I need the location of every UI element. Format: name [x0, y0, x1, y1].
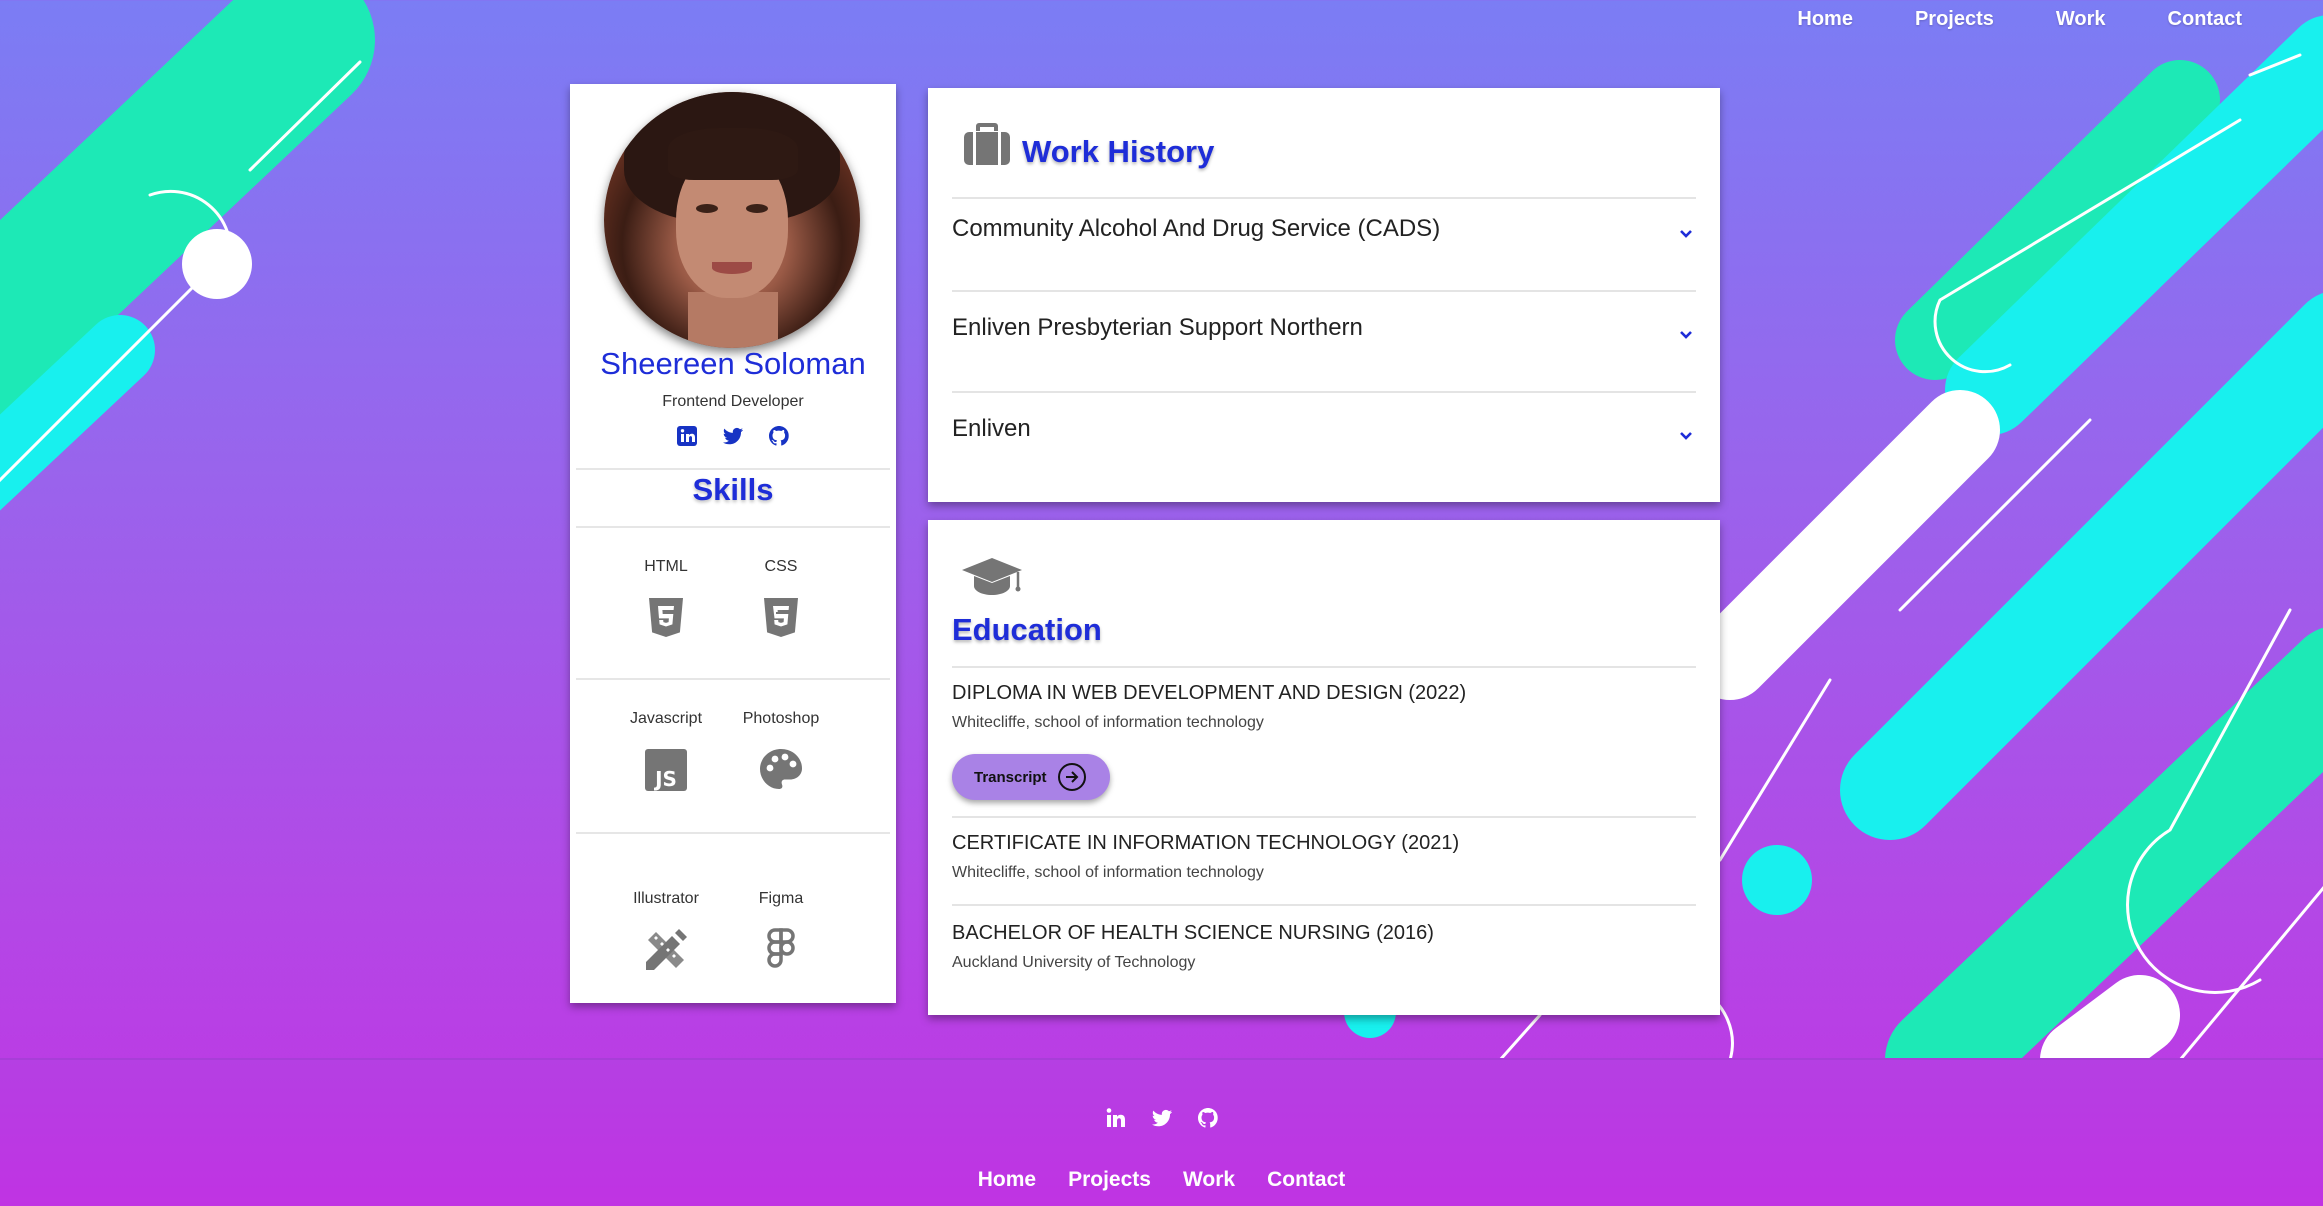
skill-illustrator: Illustrator: [601, 890, 731, 974]
footer-social-links: [0, 1106, 2323, 1130]
twitter-icon[interactable]: [1150, 1106, 1174, 1130]
skills-row-divider: [576, 832, 890, 834]
skill-css: CSS: [716, 558, 846, 642]
skill-label: Photoshop: [742, 710, 820, 727]
nav-home-link[interactable]: Home: [1766, 0, 1884, 40]
profile-card: Sheereen Soloman Frontend Developer Skil…: [570, 84, 896, 1003]
footer: Home Projects Work Contact: [0, 1058, 2323, 1206]
profile-social-links: [570, 424, 896, 448]
nav-projects-link[interactable]: Projects: [1884, 0, 2025, 40]
skill-label: Illustrator: [633, 890, 699, 907]
linkedin-icon[interactable]: [675, 424, 699, 448]
figma-icon: [767, 928, 795, 968]
skill-figma: Figma: [716, 890, 846, 974]
nav-work-link[interactable]: Work: [2025, 0, 2137, 40]
footer-home-link[interactable]: Home: [978, 1168, 1036, 1192]
transcript-button[interactable]: Transcript: [952, 754, 1110, 800]
nav-contact-link[interactable]: Contact: [2137, 0, 2273, 40]
transcript-label: Transcript: [974, 768, 1047, 786]
work-item-title: Enliven Presbyterian Support Northern: [952, 314, 1363, 341]
education-school: Whitecliffe, school of information techn…: [952, 714, 1264, 731]
education-school: Auckland University of Technology: [952, 954, 1196, 971]
skill-label: CSS: [764, 558, 798, 575]
footer-work-link[interactable]: Work: [1183, 1168, 1235, 1192]
skills-title: Skills: [692, 472, 774, 507]
skill-html: HTML: [601, 558, 731, 642]
skill-label: Javascript: [629, 710, 703, 727]
work-item[interactable]: Enliven: [952, 391, 1696, 493]
palette-icon: [760, 749, 802, 789]
profile-name: Sheereen Soloman: [600, 346, 866, 381]
work-history-title: Work History: [1022, 134, 1215, 169]
github-icon[interactable]: [1196, 1106, 1220, 1130]
arrow-right-icon: [1057, 763, 1086, 791]
skills-divider: [576, 526, 890, 528]
education-degree: CERTIFICATE IN INFORMATION TECHNOLOGY (2…: [952, 832, 1460, 854]
graduation-cap-icon: [962, 558, 1022, 595]
education-item: CERTIFICATE IN INFORMATION TECHNOLOGY (2…: [952, 816, 1696, 906]
avatar: [604, 92, 860, 348]
work-item[interactable]: Community Alcohol And Drug Service (CADS…: [952, 197, 1696, 299]
skills-row-divider: [576, 678, 890, 680]
skill-javascript: Javascript JS: [601, 710, 731, 794]
css3-icon: [764, 598, 798, 637]
github-icon[interactable]: [767, 424, 791, 448]
work-item-title: Community Alcohol And Drug Service (CADS…: [952, 215, 1441, 242]
profile-divider: [576, 468, 890, 470]
work-history-card: Work History Community Alcohol And Drug …: [928, 88, 1720, 502]
education-item: BACHELOR OF HEALTH SCIENCE NURSING (2016…: [952, 904, 1696, 996]
html5-icon: [649, 598, 683, 637]
footer-contact-link[interactable]: Contact: [1267, 1168, 1345, 1192]
linkedin-icon[interactable]: [1104, 1106, 1128, 1130]
work-item[interactable]: Enliven Presbyterian Support Northern: [952, 290, 1696, 392]
skill-label: HTML: [644, 558, 688, 575]
chevron-down-icon[interactable]: [1678, 326, 1694, 342]
education-degree: BACHELOR OF HEALTH SCIENCE NURSING (2016…: [952, 922, 1434, 944]
chevron-down-icon[interactable]: [1678, 225, 1694, 241]
svg-text:JS: JS: [653, 767, 677, 791]
education-school: Whitecliffe, school of information techn…: [952, 864, 1264, 881]
education-item: DIPLOMA IN WEB DEVELOPMENT AND DESIGN (2…: [952, 666, 1696, 818]
pencil-ruler-icon: [646, 929, 687, 970]
briefcase-icon: [964, 123, 1010, 165]
education-card: Education DIPLOMA IN WEB DEVELOPMENT AND…: [928, 520, 1720, 1015]
skill-label: Figma: [758, 890, 804, 907]
twitter-icon[interactable]: [721, 424, 745, 448]
education-degree: DIPLOMA IN WEB DEVELOPMENT AND DESIGN (2…: [952, 682, 1467, 704]
work-item-title: Enliven: [952, 415, 1031, 442]
skill-photoshop: Photoshop: [716, 710, 846, 794]
chevron-down-icon[interactable]: [1678, 427, 1694, 443]
profile-role: Frontend Developer: [662, 393, 804, 410]
top-nav: Home Projects Work Contact: [1766, 0, 2273, 40]
footer-nav: Home Projects Work Contact: [0, 1168, 2323, 1192]
js-icon: JS: [645, 749, 687, 791]
education-title: Education: [952, 612, 1102, 647]
footer-projects-link[interactable]: Projects: [1068, 1168, 1151, 1192]
